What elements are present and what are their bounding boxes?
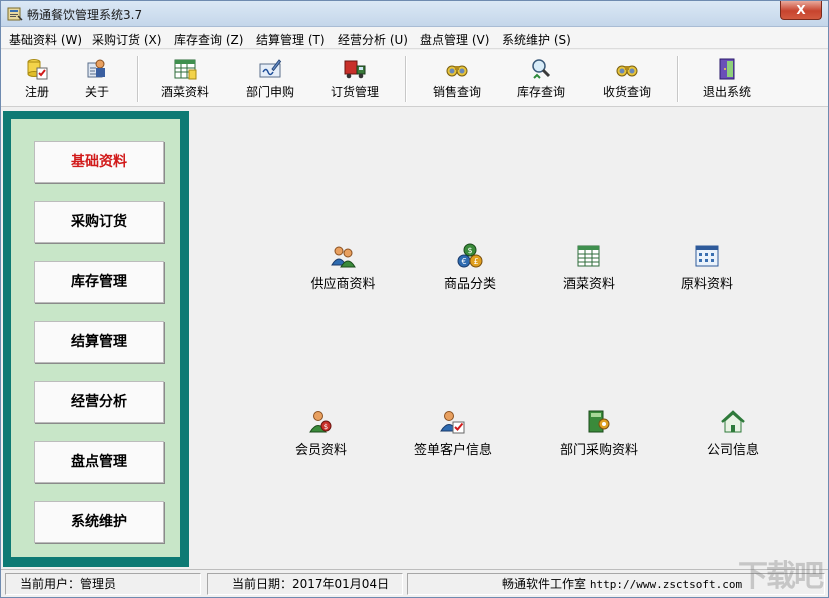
status-current-date: 当前日期：2017年01月04日 xyxy=(207,573,403,595)
tile-suppliers[interactable]: 供应商资料 xyxy=(283,243,403,292)
users-icon xyxy=(331,246,356,268)
watermark-logo: 下载吧 xyxy=(738,559,824,594)
tile-signing-customers-label: 签单客户信息 xyxy=(413,443,492,458)
sidebar-item-inventory[interactable]: 库存管理 xyxy=(34,261,164,303)
sidebar-item-stocktake[interactable]: 盘点管理 xyxy=(34,441,164,483)
register-icon xyxy=(27,59,48,80)
sidebar-item-system[interactable]: 系统维护 xyxy=(34,501,164,543)
toolbar-receipt-query-button[interactable]: 收货查询 xyxy=(595,54,659,104)
binoculars-icon xyxy=(446,65,468,77)
toolbar-separator xyxy=(677,56,679,102)
toolbar-order-button[interactable]: 订货管理 xyxy=(323,54,387,104)
close-button[interactable]: X xyxy=(780,1,822,20)
toolbar-register-label: 注册 xyxy=(24,85,49,99)
currency-coins-icon: $ € £ xyxy=(457,243,483,268)
tile-suppliers-label: 供应商资料 xyxy=(310,277,376,292)
svg-text:$: $ xyxy=(467,246,472,255)
spreadsheet-icon xyxy=(174,59,197,80)
member-icon: $ xyxy=(309,411,332,433)
toolbar-dishes-label: 酒菜资料 xyxy=(160,85,209,99)
book-gear-icon xyxy=(588,410,610,433)
home-icon xyxy=(721,410,745,433)
menu-bar: 基础资料 (W) 采购订货 (X) 库存查询 (Z) 结算管理 (T) 经营分析… xyxy=(1,27,828,49)
tile-dishes-label: 酒菜资料 xyxy=(562,277,615,292)
toolbar-about-button[interactable]: 关于 xyxy=(75,54,119,104)
calendar-grid-icon xyxy=(695,245,719,267)
sidebar-item-analysis[interactable]: 经营分析 xyxy=(34,381,164,423)
signature-icon xyxy=(259,59,282,78)
toolbar-inventory-query-button[interactable]: 库存查询 xyxy=(509,54,573,104)
menu-inventory-query[interactable]: 库存查询 (Z) xyxy=(174,31,243,48)
tile-dept-purchase-label: 部门采购资料 xyxy=(559,443,638,458)
toolbar-about-label: 关于 xyxy=(84,85,109,99)
tile-raw-materials-label: 原料资料 xyxy=(680,277,733,292)
sidebar-panel: 基础资料 采购订货 库存管理 结算管理 经营分析 盘点管理 系统维护 xyxy=(11,119,180,557)
status-company-name: 畅通软件工作室 xyxy=(502,577,587,591)
sidebar-item-basic-data[interactable]: 基础资料 xyxy=(34,141,164,183)
magnifier-icon xyxy=(532,59,551,79)
toolbar-receipt-query-label: 收货查询 xyxy=(602,85,651,99)
content-panel: 供应商资料 $ € £ 商品分类 酒菜资料 原料资料 $ 会员资料 签单客户信息… xyxy=(191,108,828,569)
tile-raw-materials[interactable]: 原料资料 xyxy=(647,243,767,292)
about-icon xyxy=(87,59,105,78)
toolbar-sales-query-button[interactable]: 销售查询 xyxy=(425,54,489,104)
toolbar-dept-request-button[interactable]: 部门申购 xyxy=(238,54,302,104)
sidebar-item-purchase[interactable]: 采购订货 xyxy=(34,201,164,243)
menu-stocktake[interactable]: 盘点管理 (V) xyxy=(420,31,489,48)
svg-text:€: € xyxy=(461,257,466,266)
tile-product-category-label: 商品分类 xyxy=(443,277,496,292)
app-window: 畅通餐饮管理系统3.7 X 基础资料 (W) 采购订货 (X) 库存查询 (Z)… xyxy=(0,0,829,598)
toolbar-separator xyxy=(137,56,139,102)
status-company-url: http://www.zsctsoft.com xyxy=(589,578,743,591)
binoculars-icon xyxy=(616,65,638,77)
menu-analysis[interactable]: 经营分析 (U) xyxy=(338,31,408,48)
tile-product-category[interactable]: $ € £ 商品分类 xyxy=(410,243,530,292)
sidebar-item-settlement[interactable]: 结算管理 xyxy=(34,321,164,363)
tile-company-info[interactable]: 公司信息 xyxy=(673,409,793,458)
toolbar: 注册 关于 酒菜资料 部门申购 订货管理 销售查询 库存查询 收货查询 退出系统 xyxy=(1,50,828,107)
toolbar-exit-label: 退出系统 xyxy=(702,85,751,99)
toolbar-exit-button[interactable]: 退出系统 xyxy=(695,54,759,104)
svg-text:£: £ xyxy=(473,257,478,266)
app-icon xyxy=(7,7,23,21)
tile-members[interactable]: $ 会员资料 xyxy=(261,409,381,458)
toolbar-dept-request-label: 部门申购 xyxy=(245,85,294,99)
tile-dept-purchase[interactable]: 部门采购资料 xyxy=(539,409,659,458)
toolbar-inventory-query-label: 库存查询 xyxy=(516,85,565,99)
status-bar: 当前用户：管理员 当前日期：2017年01月04日 畅通软件工作室 http:/… xyxy=(1,559,828,597)
toolbar-dishes-button[interactable]: 酒菜资料 xyxy=(153,54,217,104)
toolbar-order-label: 订货管理 xyxy=(330,85,379,99)
title-bar: 畅通餐饮管理系统3.7 X xyxy=(1,1,828,27)
tile-company-info-label: 公司信息 xyxy=(706,443,759,458)
toolbar-sales-query-label: 销售查询 xyxy=(432,85,481,99)
user-check-icon xyxy=(440,411,465,434)
truck-icon xyxy=(344,60,366,79)
main-area: 基础资料 采购订货 库存管理 结算管理 经营分析 盘点管理 系统维护 供应商资料 xyxy=(1,108,828,569)
toolbar-separator xyxy=(405,56,407,102)
status-current-user: 当前用户：管理员 xyxy=(5,573,201,595)
menu-system[interactable]: 系统维护 (S) xyxy=(502,31,571,48)
toolbar-register-button[interactable]: 注册 xyxy=(15,54,59,104)
menu-purchase[interactable]: 采购订货 (X) xyxy=(92,31,161,48)
menu-settlement[interactable]: 结算管理 (T) xyxy=(256,31,325,48)
tile-dishes[interactable]: 酒菜资料 xyxy=(529,243,649,292)
svg-text:$: $ xyxy=(324,423,328,431)
exit-door-icon xyxy=(719,58,735,80)
tile-members-label: 会员资料 xyxy=(294,443,347,458)
tile-signing-customers[interactable]: 签单客户信息 xyxy=(393,409,513,458)
window-title: 畅通餐饮管理系统3.7 xyxy=(27,8,143,22)
sidebar: 基础资料 采购订货 库存管理 结算管理 经营分析 盘点管理 系统维护 xyxy=(3,111,189,567)
spreadsheet-icon xyxy=(577,245,600,267)
menu-basic-data[interactable]: 基础资料 (W) xyxy=(9,31,82,48)
